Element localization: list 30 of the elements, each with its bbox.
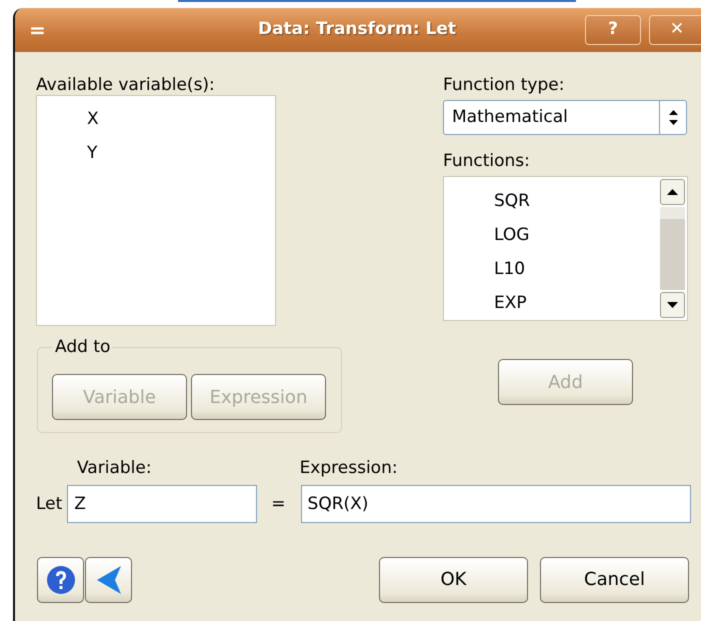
- help-icon: [46, 564, 76, 595]
- group-label: Add to: [54, 339, 112, 356]
- field-label: Available variable(s):: [36, 75, 216, 96]
- field-label: Variable:: [77, 458, 152, 479]
- spinner-arrows-icon: [668, 110, 678, 126]
- list-item[interactable]: Y: [37, 136, 275, 170]
- back-arrow-icon: [96, 566, 120, 594]
- window-title: Data: Transform: Let: [256, 18, 458, 42]
- list-item[interactable]: L10: [444, 252, 658, 286]
- field-label: Expression:: [300, 458, 398, 479]
- ok-button[interactable]: OK: [379, 556, 528, 603]
- cancel-button[interactable]: Cancel: [540, 556, 689, 603]
- back-button[interactable]: [85, 556, 132, 603]
- expression-field[interactable]: SQR(X): [300, 484, 691, 523]
- equals-sign: =: [271, 494, 286, 514]
- variable-field[interactable]: Z: [67, 484, 258, 523]
- scrollbar[interactable]: [658, 176, 687, 320]
- down-arrow-icon[interactable]: [667, 302, 678, 308]
- let-label: Let: [36, 494, 62, 514]
- field-label: Functions:: [443, 151, 531, 172]
- function-list[interactable]: SQR LOG L10 EXP: [443, 176, 688, 321]
- list-item[interactable]: LOG: [444, 218, 658, 252]
- function-type-select[interactable]: Mathematical: [443, 100, 687, 136]
- list-item[interactable]: EXP: [444, 286, 658, 320]
- variable-list[interactable]: X Y: [36, 95, 276, 326]
- field-label: Function type:: [443, 75, 566, 96]
- help-button[interactable]: [37, 556, 84, 603]
- list-item[interactable]: X: [37, 102, 275, 136]
- list-item[interactable]: SQR: [444, 184, 658, 218]
- up-arrow-icon[interactable]: [667, 188, 678, 195]
